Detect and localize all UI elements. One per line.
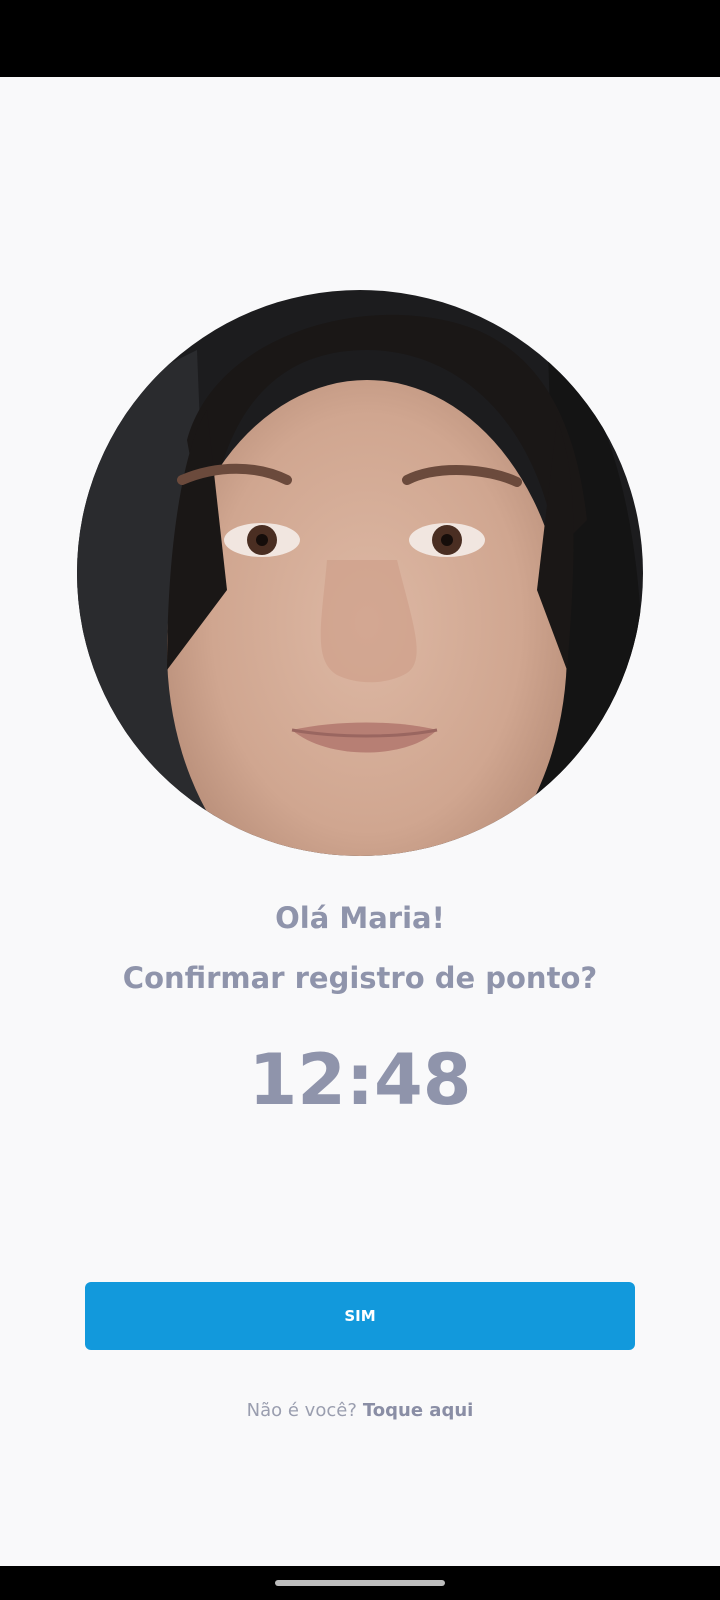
current-time: 12:48 [248, 1039, 472, 1121]
confirm-yes-button[interactable]: SIM [85, 1282, 635, 1350]
confirm-yes-button-label: SIM [344, 1307, 376, 1325]
status-bar [0, 0, 720, 77]
not-you-label: Não é você? [246, 1400, 357, 1421]
confirm-question-text: Confirmar registro de ponto? [122, 961, 598, 995]
tap-here-link[interactable]: Toque aqui [363, 1400, 473, 1421]
user-face-image [77, 290, 643, 856]
greeting-text: Olá Maria! [275, 901, 445, 935]
user-photo-avatar [77, 290, 643, 856]
navigation-bar [0, 1566, 720, 1600]
not-you-row: Não é você? Toque aqui [0, 1396, 720, 1426]
home-indicator[interactable] [275, 1580, 445, 1586]
